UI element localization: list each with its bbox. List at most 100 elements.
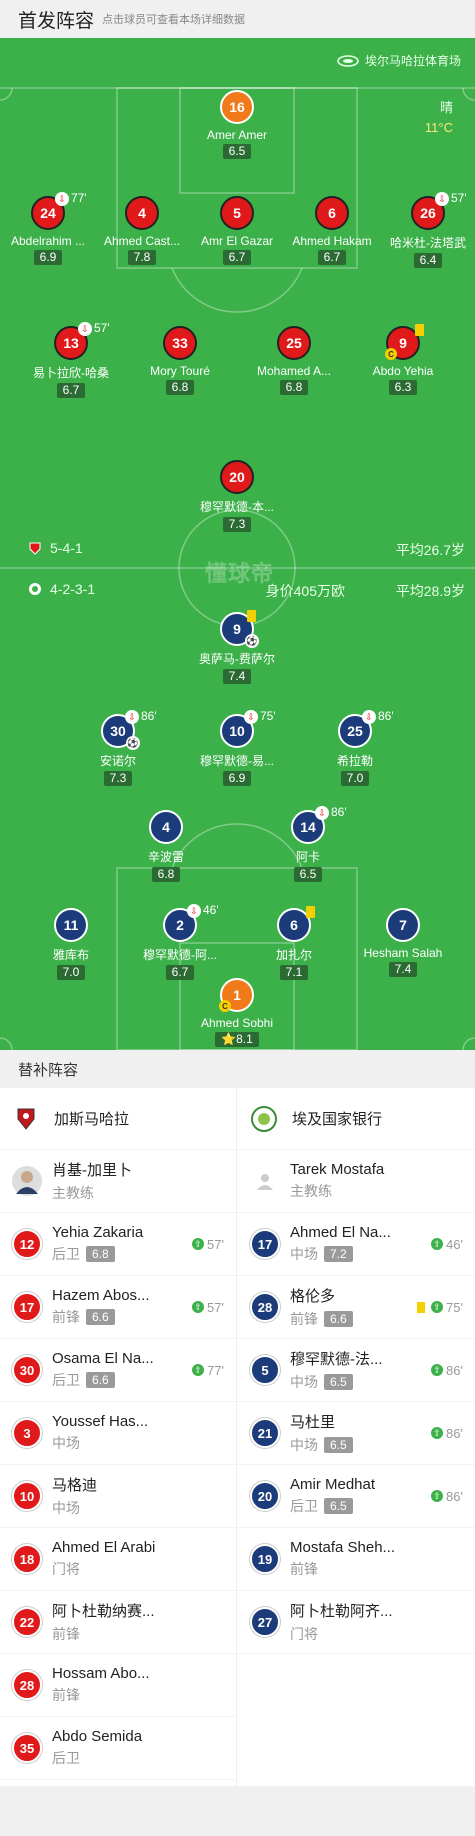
sub-time: 86' <box>331 805 347 819</box>
sub-name: Hazem Abos... <box>52 1287 150 1304</box>
sub-position: 门将 <box>52 1561 80 1577</box>
sub-position: 中场 <box>290 1374 318 1390</box>
yellow-card-icon <box>415 324 424 336</box>
player-rating: 6.8 <box>279 380 309 395</box>
player-name: Amer Amer <box>206 128 267 142</box>
away-sub-row[interactable]: 5 穆罕默德-法... 中场 6.5 ⇧ 86' <box>238 1339 475 1402</box>
player-rating: 7.3 <box>222 517 252 532</box>
player-rating: 6.7 <box>317 250 347 265</box>
home-sub-row[interactable]: 28 Hossam Abo... 前锋 <box>0 1654 236 1717</box>
home-player-lm[interactable]: 13 ⇩ 57' 易卜拉欣-哈桑 6.7 <box>11 321 131 399</box>
away-player-cb1[interactable]: 2 ⇩ 46' 穆罕默德-阿... 6.7 <box>120 903 240 981</box>
home-sub-row[interactable]: 3 Youssef Has... 中场 <box>0 1402 236 1465</box>
home-sub-row[interactable]: 10 马格迪 中场 <box>0 1465 236 1528</box>
player-rating-value: 8.1 <box>236 1032 253 1046</box>
player-number: 7 <box>386 908 420 942</box>
sub-number: 17 <box>12 1292 42 1322</box>
home-sub-row[interactable]: 18 Ahmed El Arabi 门将 <box>0 1528 236 1591</box>
sub-time: 86' <box>141 709 157 723</box>
away-player-cb2[interactable]: 6 加扎尔 7.1 <box>234 906 354 981</box>
sub-position: 前锋 <box>52 1309 80 1325</box>
away-player-cam[interactable]: 10 ⇩ 75' 穆罕默德-易... 6.9 <box>177 709 297 787</box>
home-player-cm2[interactable]: 25 Mohamed A... 6.8 <box>234 326 354 396</box>
home-subs-team[interactable]: 加斯马哈拉 <box>0 1088 236 1150</box>
sub-number: 12 <box>12 1229 42 1259</box>
coach-name: 肖基-加里卜 <box>52 1162 132 1179</box>
player-name: 辛波雷 <box>147 850 184 864</box>
player-name: Mohamed A... <box>256 364 332 378</box>
home-sub-row[interactable]: 12 Yehia Zakaria 后卫 6.8 ⇧ 57' <box>0 1213 236 1276</box>
sub-time: 57' <box>207 1236 224 1252</box>
home-sub-row[interactable]: 35 Abdo Semida 后卫 <box>0 1717 236 1780</box>
sub-out-icon: ⇩ <box>187 904 201 918</box>
away-value: 身价405万欧 <box>265 583 345 599</box>
player-rating: 7.4 <box>222 669 252 684</box>
home-coach[interactable]: 肖基-加里卜 主教练 <box>0 1150 236 1213</box>
player-name: 阿卡 <box>295 850 320 864</box>
player-rating: ⭐8.1 <box>215 1032 259 1047</box>
away-formation-text: 4-2-3-1 <box>50 581 96 597</box>
away-player-dm1[interactable]: 4 辛波雷 6.8 <box>106 810 226 883</box>
sub-time: 86' <box>446 1362 463 1378</box>
goal-ball-icon: ⚽ <box>126 736 140 750</box>
sub-position: 中场 <box>52 1435 80 1451</box>
sub-rating: 6.8 <box>86 1246 115 1262</box>
sub-position: 前锋 <box>52 1626 80 1642</box>
home-player-rb[interactable]: 26 ⇩ 57' 哈米杜-法塔武 6.4 <box>368 191 475 269</box>
away-player-lam[interactable]: 30 ⇩ 86' ⚽ 安诺尔 7.3 <box>58 709 178 787</box>
player-rating: 6.7 <box>56 383 86 398</box>
home-subs-column: 加斯马哈拉 肖基-加里卜 主教练 12 Yehia Zakaria 后卫 6.8 ⇧ 5… <box>0 1088 237 1786</box>
player-number: 4 <box>149 810 183 844</box>
yellow-card-icon <box>417 1301 426 1313</box>
sub-out-icon: ⇩ <box>78 322 92 336</box>
home-team-logo-icon <box>29 542 41 555</box>
home-player-st[interactable]: 20 穆罕默德-本... 7.3 <box>177 460 297 533</box>
home-player-gk[interactable]: 16 Amer Amer 6.5 <box>177 90 297 160</box>
away-player-rb[interactable]: 7 Hesham Salah 7.4 <box>343 908 463 978</box>
home-sub-row[interactable]: 30 Osama El Na... 后卫 6.6 ⇧ 77' <box>0 1339 236 1402</box>
away-player-ram[interactable]: 25 ⇩ 86' 希拉勒 7.0 <box>295 709 415 787</box>
sub-time: 86' <box>378 709 394 723</box>
sub-time: 86' <box>446 1425 463 1441</box>
away-player-gk[interactable]: 1 C Ahmed Sobhi ⭐8.1 <box>177 978 297 1048</box>
away-sub-row[interactable]: 20 Amir Medhat 后卫 6.5 ⇧ 86' <box>238 1465 475 1528</box>
away-subs-column: 埃及国家银行 Tarek Mostafa 主教练 17 Ahmed El Na..… <box>238 1088 475 1654</box>
away-subs-team[interactable]: 埃及国家银行 <box>238 1088 475 1150</box>
home-formation: 5-4-1 <box>28 540 83 556</box>
sub-name: Osama El Na... <box>52 1350 154 1367</box>
home-player-cm1[interactable]: 33 Mory Touré 6.8 <box>120 326 240 396</box>
away-player-dm2[interactable]: 14 ⇩ 86' 阿卡 6.5 <box>248 805 368 883</box>
away-coach[interactable]: Tarek Mostafa 主教练 <box>238 1150 475 1213</box>
player-rating: 7.3 <box>103 771 133 786</box>
away-sub-row[interactable]: 21 马杜里 中场 6.5 ⇧ 86' <box>238 1402 475 1465</box>
sub-time: 57' <box>94 321 110 335</box>
ball-icon: ⚽ <box>245 634 259 648</box>
player-number: 4 <box>125 196 159 230</box>
away-player-st[interactable]: 9 ⚽ 奥萨马-费萨尔 7.4 <box>177 610 297 685</box>
away-sub-row[interactable]: 19 Mostafa Sheh... 前锋 <box>238 1528 475 1591</box>
player-rating: 6.3 <box>388 380 418 395</box>
player-name: 穆罕默德-阿... <box>143 948 217 962</box>
sub-position: 前锋 <box>52 1687 80 1703</box>
away-player-lb[interactable]: 11 雅库布 7.0 <box>11 908 131 981</box>
sub-name: 阿卜杜勒阿齐... <box>290 1603 393 1620</box>
sub-name: Amir Medhat <box>290 1476 376 1493</box>
sub-out-icon: ⇩ <box>315 806 329 820</box>
sub-number: 10 <box>12 1481 42 1511</box>
home-sub-row[interactable]: 22 阿卜杜勒纳赛... 前锋 <box>0 1591 236 1654</box>
yellow-card-icon <box>306 906 315 918</box>
player-number: 25 <box>277 326 311 360</box>
pitch: 埃尔马哈拉体育场 晴 11°C 16 Amer Amer 6.5 24 ⇩ 77… <box>0 38 475 1050</box>
away-sub-row[interactable]: 17 Ahmed El Na... 中场 7.2 ⇧ 46' <box>238 1213 475 1276</box>
away-sub-row[interactable]: 28 格伦多 前锋 6.6 ⇧ 75' <box>238 1276 475 1339</box>
weather: 晴 11°C <box>425 98 453 138</box>
player-name: Mory Touré <box>150 364 210 378</box>
player-rating: 6.7 <box>222 250 252 265</box>
player-rating: 7.0 <box>340 771 370 786</box>
home-player-rm[interactable]: 9 C Abdo Yehia 6.3 <box>343 324 463 396</box>
away-sub-row[interactable]: 27 阿卜杜勒阿齐... 门将 <box>238 1591 475 1654</box>
sub-rating: 6.6 <box>86 1372 115 1388</box>
sub-number: 22 <box>12 1607 42 1637</box>
player-number: 20 <box>220 460 254 494</box>
home-sub-row[interactable]: 17 Hazem Abos... 前锋 6.6 ⇧ 57' <box>0 1276 236 1339</box>
